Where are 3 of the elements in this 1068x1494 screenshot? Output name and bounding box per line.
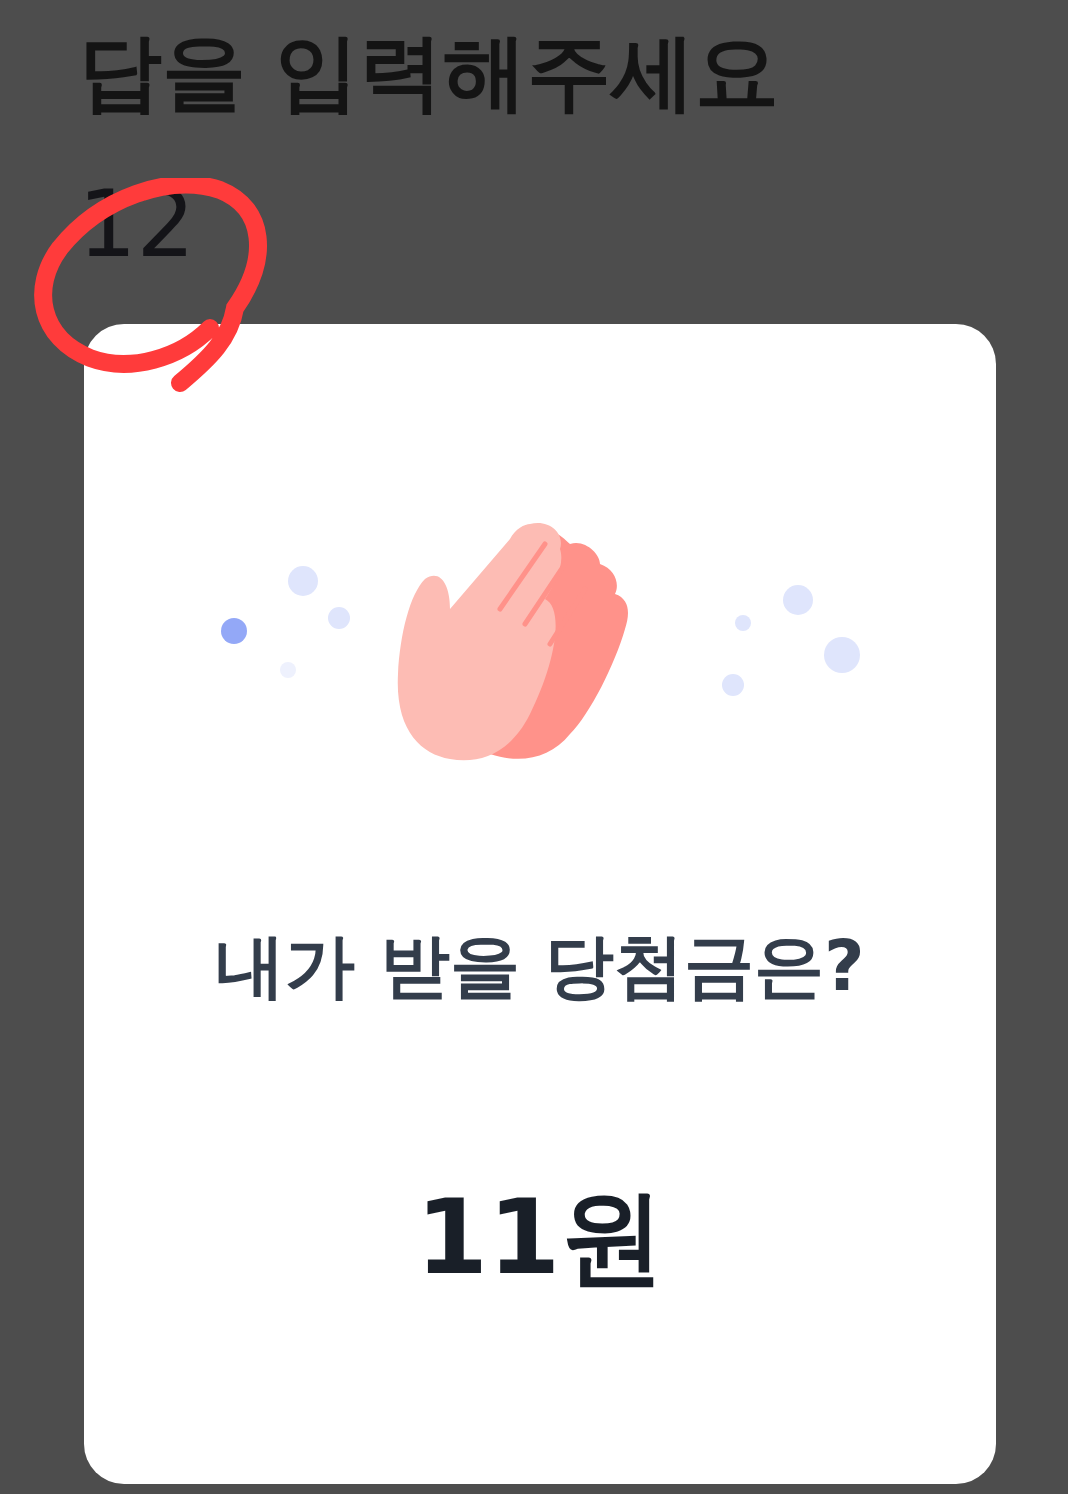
question-text: 내가 받을 당첨금은?	[215, 924, 865, 1009]
prize-amount: 11원	[415, 1175, 665, 1300]
page-title: 답을 입력해주세요	[78, 22, 780, 123]
